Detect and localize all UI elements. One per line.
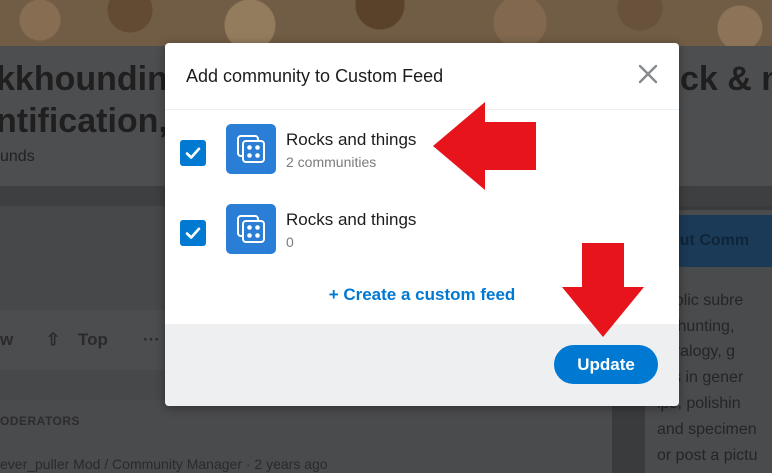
community-subtitle: unds <box>0 148 35 165</box>
sort-item-new[interactable]: w <box>0 330 13 350</box>
sort-item-top[interactable]: ⇧ Top <box>46 330 108 350</box>
feed-checkbox[interactable] <box>180 140 206 166</box>
moderators-label: ODERATORS <box>0 414 81 428</box>
community-title-line2: ntification, <box>0 102 168 140</box>
left-arrow-icon <box>433 102 536 190</box>
custom-feed-icon <box>226 204 276 254</box>
update-button[interactable]: Update <box>554 345 658 384</box>
sort-item-top-label: Top <box>78 330 108 349</box>
community-banner <box>0 0 772 46</box>
sidebar-text-line: or post a pictu <box>657 447 758 464</box>
moderator-entry: ever_puller Mod / Community Manager · 2 … <box>0 456 328 472</box>
dialog-header: Add community to Custom Feed <box>165 43 679 110</box>
about-community-title: out Comm <box>670 232 750 249</box>
community-title-right: ck & m <box>680 60 772 98</box>
custom-feed-row[interactable]: Rocks and things 2 communities <box>165 124 679 184</box>
community-title: kkhounding ntification, <box>0 58 189 142</box>
add-to-custom-feed-dialog: Add community to Custom Feed Rocks and t… <box>165 43 679 406</box>
close-button[interactable] <box>635 61 661 87</box>
feed-community-count: 2 communities <box>286 154 377 170</box>
community-title-line1: kkhounding <box>0 60 189 98</box>
sidebar-text-line: and specimen <box>657 421 757 438</box>
checkmark-icon <box>185 227 201 239</box>
custom-feed-icon <box>226 124 276 174</box>
checkmark-icon <box>185 147 201 159</box>
close-icon <box>638 64 658 84</box>
feed-checkbox[interactable] <box>180 220 206 246</box>
feed-name: Rocks and things <box>286 210 417 229</box>
feed-name: Rocks and things <box>286 130 417 149</box>
feed-community-count: 0 <box>286 234 294 250</box>
more-options-icon[interactable]: ··· <box>143 330 160 350</box>
down-arrow-icon <box>562 243 644 337</box>
top-icon: ⇧ <box>46 330 61 349</box>
dialog-title: Add community to Custom Feed <box>186 66 444 86</box>
